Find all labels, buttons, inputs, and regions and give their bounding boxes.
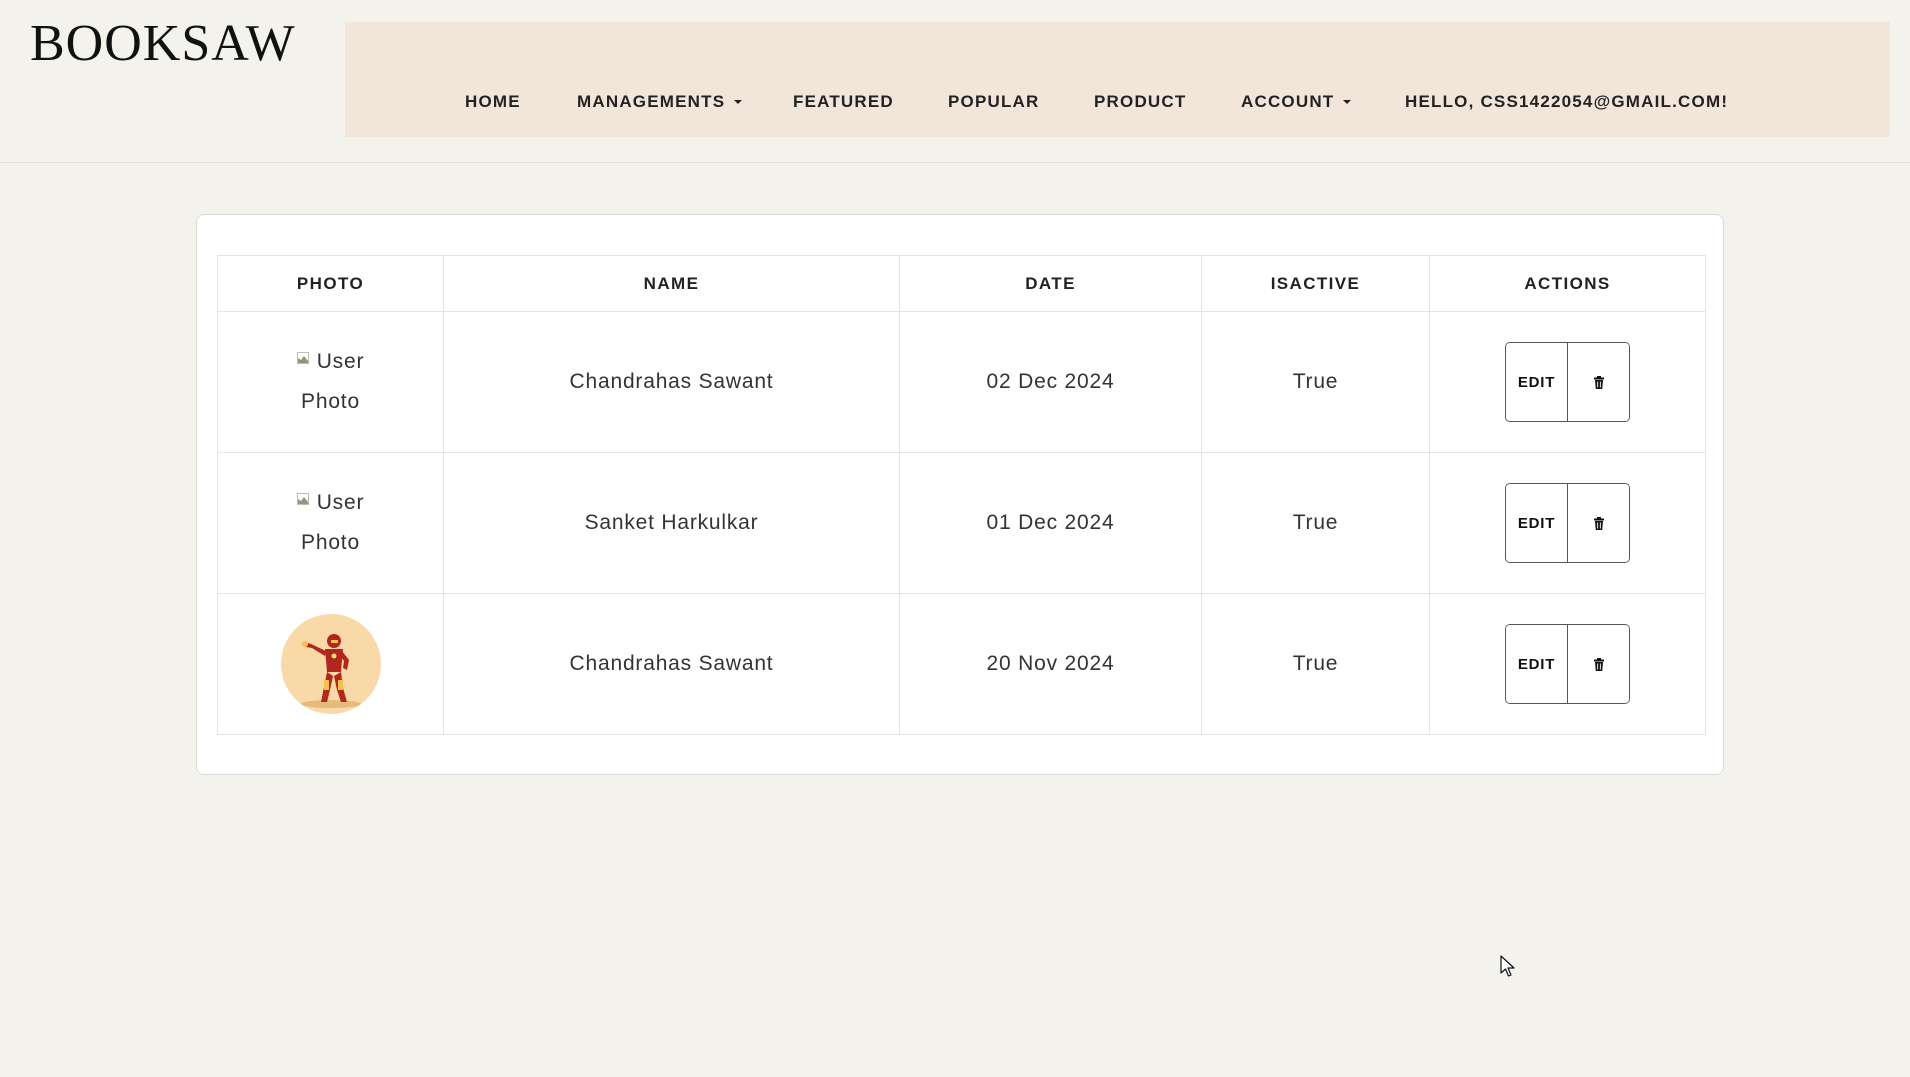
delete-button[interactable]: [1567, 625, 1629, 703]
iron-man-avatar-icon: [300, 634, 361, 708]
logo-text-saw: SAW: [181, 15, 296, 72]
edit-button[interactable]: EDIT: [1506, 625, 1567, 703]
logo-text-book: BOOK: [30, 15, 182, 72]
nav-item-label: HELLO, CSS1422054@GMAIL.COM!: [1405, 92, 1729, 111]
table-row: User Photo Chandrahas Sawant 02 Dec 2024 …: [217, 311, 1706, 453]
nav-item-label: PRODUCT: [1094, 92, 1187, 111]
broken-image-icon: [296, 352, 309, 364]
column-header-photo: PHOTO: [217, 255, 444, 312]
photo-cell: [217, 593, 444, 735]
nav-item-label: ACCOUNT: [1241, 92, 1335, 111]
photo-alt-text-2: Photo: [301, 390, 360, 413]
nav-list: HOME MANAGEMENTS FEATURED POPULAR PRODUC…: [345, 22, 1890, 137]
nav-item-user-greeting[interactable]: HELLO, CSS1422054@GMAIL.COM!: [1405, 92, 1728, 112]
trash-icon: [1593, 375, 1604, 389]
edit-button[interactable]: EDIT: [1506, 484, 1567, 562]
isactive-cell: True: [1201, 593, 1430, 735]
isactive-cell: True: [1201, 311, 1430, 453]
nav-item-account[interactable]: ACCOUNT: [1241, 92, 1352, 112]
column-header-date: DATE: [899, 255, 1202, 312]
delete-button[interactable]: [1567, 484, 1629, 562]
user-photo-broken: User Photo: [266, 342, 396, 422]
nav-item-home[interactable]: HOME: [465, 92, 521, 112]
table-row: Chandrahas Sawant 20 Nov 2024 True EDIT: [217, 593, 1706, 735]
name-cell: Chandrahas Sawant: [443, 311, 900, 453]
nav-item-managements[interactable]: MANAGEMENTS: [577, 92, 743, 112]
users-table: PHOTO NAME DATE ISACTIVE ACTIONS User Pho…: [217, 255, 1706, 735]
name-cell: Chandrahas Sawant: [443, 593, 900, 735]
date-cell: 02 Dec 2024: [899, 311, 1202, 453]
nav-item-label: HOME: [465, 92, 521, 111]
actions-cell: EDIT: [1429, 593, 1706, 735]
trash-icon: [1593, 516, 1604, 530]
caret-down-icon: [734, 100, 743, 104]
actions-cell: EDIT: [1429, 452, 1706, 594]
user-avatar: [280, 614, 381, 714]
trash-icon: [1593, 657, 1604, 671]
action-button-group: EDIT: [1505, 342, 1630, 422]
site-logo[interactable]: BOOKSAW: [30, 16, 296, 72]
nav-item-label: POPULAR: [948, 92, 1040, 111]
column-header-actions: ACTIONS: [1429, 255, 1706, 312]
nav-item-label: FEATURED: [793, 92, 894, 111]
nav-item-label: MANAGEMENTS: [577, 92, 726, 111]
users-card: PHOTO NAME DATE ISACTIVE ACTIONS User Pho…: [196, 214, 1724, 775]
column-header-name: NAME: [443, 255, 900, 312]
mouse-pointer-icon: [1500, 955, 1515, 977]
isactive-cell: True: [1201, 452, 1430, 594]
nav-item-popular[interactable]: POPULAR: [948, 92, 1040, 112]
action-button-group: EDIT: [1505, 624, 1630, 704]
photo-cell: User Photo: [217, 452, 444, 594]
edit-button[interactable]: EDIT: [1506, 343, 1567, 421]
table-header-row: PHOTO NAME DATE ISACTIVE ACTIONS: [217, 255, 1706, 312]
date-cell: 01 Dec 2024: [899, 452, 1202, 594]
actions-cell: EDIT: [1429, 311, 1706, 453]
name-cell: Sanket Harkulkar: [443, 452, 900, 594]
photo-alt-text-1: User: [316, 491, 365, 514]
photo-alt-text-2: Photo: [301, 531, 360, 554]
table-row: User Photo Sanket Harkulkar 01 Dec 2024 T…: [217, 452, 1706, 594]
column-header-isactive: ISACTIVE: [1201, 255, 1430, 312]
site-header: BOOKSAW HOME MANAGEMENTS FEATURED POPULA…: [0, 0, 1910, 163]
action-button-group: EDIT: [1505, 483, 1630, 563]
caret-down-icon: [1343, 100, 1352, 104]
nav-item-featured[interactable]: FEATURED: [793, 92, 894, 112]
date-cell: 20 Nov 2024: [899, 593, 1202, 735]
main-nav: HOME MANAGEMENTS FEATURED POPULAR PRODUC…: [345, 22, 1890, 137]
user-photo-broken: User Photo: [266, 483, 396, 563]
broken-image-icon: [296, 493, 309, 505]
delete-button[interactable]: [1567, 343, 1629, 421]
photo-alt-text-1: User: [316, 350, 365, 373]
photo-cell: User Photo: [217, 311, 444, 453]
nav-item-product[interactable]: PRODUCT: [1094, 92, 1186, 112]
